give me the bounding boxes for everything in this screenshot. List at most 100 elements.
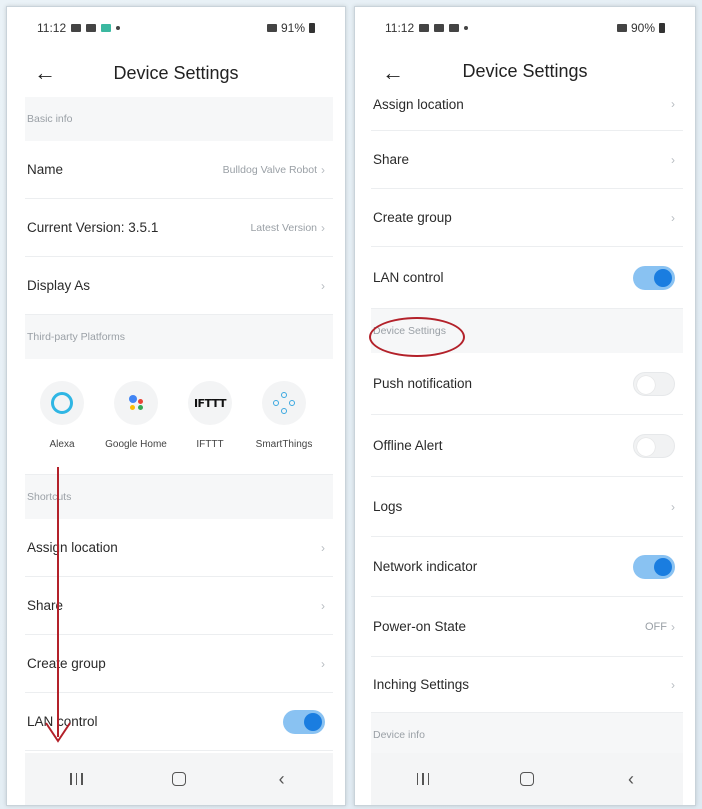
chevron-right-icon: › <box>321 656 325 671</box>
more-notifications-icon <box>464 26 469 30</box>
platform-label: SmartThings <box>255 439 313 450</box>
chevron-right-icon: › <box>321 540 325 555</box>
battery-level: 90% <box>630 21 655 35</box>
home-button[interactable] <box>159 764 199 794</box>
app-notification-icon <box>101 24 112 32</box>
row-label: Inching Settings <box>373 677 470 692</box>
row-assign-location[interactable]: Assign location › <box>371 93 683 131</box>
app-header: ← Device Settings <box>7 49 345 97</box>
platform-carousel[interactable]: Alexa Google Home IFTTT IFTTT SmartThing… <box>25 359 333 475</box>
back-chevron-icon: ‹ <box>628 768 634 789</box>
lan-control-toggle[interactable] <box>283 709 325 734</box>
row-label: Name <box>27 162 64 177</box>
home-icon <box>171 772 186 786</box>
version-status: Latest Version <box>250 221 317 234</box>
system-back-button[interactable]: ‹ <box>611 764 651 794</box>
section-device-info: Device info <box>371 713 683 757</box>
highlight-circle-annotation <box>369 317 465 357</box>
status-bar: 11:12 91% <box>7 7 345 49</box>
settings-list: Assign location › Share › Create group ›… <box>371 93 683 757</box>
back-arrow-icon[interactable]: ← <box>31 59 59 87</box>
row-display-as[interactable]: Display As › <box>25 257 333 315</box>
app-header: ← Device Settings <box>355 49 695 93</box>
power-on-state-value: OFF <box>645 620 667 633</box>
back-chevron-icon: ‹ <box>278 768 285 789</box>
fan-icon <box>449 24 460 32</box>
row-offline-alert: Offline Alert <box>371 415 683 477</box>
system-back-button[interactable]: ‹ <box>262 764 302 794</box>
ifttt-icon: IFTTT <box>193 396 227 410</box>
system-nav-bar: ‹ <box>371 753 683 805</box>
row-power-on-state[interactable]: Power-on State OFF › <box>371 597 683 657</box>
chevron-right-icon: › <box>671 210 675 225</box>
device-name-value: Bulldog Valve Robot <box>222 163 317 176</box>
row-create-group[interactable]: Create group › <box>371 189 683 247</box>
battery-level: 91% <box>280 21 305 35</box>
google-home-icon <box>126 393 146 413</box>
calendar-icon <box>419 24 430 32</box>
phone-screen-right: 11:12 90% ← Device Settings Assign locat… <box>354 6 696 806</box>
smartthings-icon <box>273 392 295 414</box>
row-label: Power-on State <box>373 619 467 634</box>
chevron-right-icon: › <box>671 619 675 634</box>
row-label: Current Version: 3.5.1 <box>27 220 159 235</box>
row-inching-settings[interactable]: Inching Settings › <box>371 657 683 713</box>
recent-apps-button[interactable] <box>403 764 443 794</box>
row-label: Display As <box>27 278 91 293</box>
home-button[interactable] <box>507 764 547 794</box>
phone-screen-left: 11:12 91% ← Device Settings Basic info N… <box>6 6 346 806</box>
battery-icon <box>659 23 665 33</box>
platform-label: Google Home <box>105 439 167 450</box>
push-notification-toggle[interactable] <box>633 371 675 396</box>
clock: 11:12 <box>37 21 67 35</box>
row-current-version[interactable]: Current Version: 3.5.1 Latest Version › <box>25 199 333 257</box>
platform-label: IFTTT <box>196 439 224 450</box>
platform-partial[interactable]: A <box>321 381 333 450</box>
row-push-notification: Push notification <box>371 353 683 415</box>
chevron-right-icon: › <box>321 598 325 613</box>
recents-icon <box>416 773 430 785</box>
chevron-right-icon: › <box>321 162 325 177</box>
home-icon <box>520 772 534 786</box>
alexa-icon <box>51 392 73 414</box>
battery-icon <box>309 23 315 33</box>
platform-label: Alexa <box>49 439 75 450</box>
row-label: LAN control <box>373 270 444 285</box>
row-label: Share <box>373 152 410 167</box>
more-notifications-icon <box>116 26 121 30</box>
network-indicator-toggle[interactable] <box>633 554 675 579</box>
status-bar: 11:12 90% <box>355 7 695 49</box>
row-lan-control: LAN control <box>371 247 683 309</box>
lan-control-toggle[interactable] <box>633 265 675 290</box>
chevron-right-icon: › <box>321 220 325 235</box>
video-icon <box>434 24 445 32</box>
row-share[interactable]: Share › <box>371 131 683 189</box>
platform-alexa[interactable]: Alexa <box>25 381 99 450</box>
video-icon <box>71 24 82 32</box>
wifi-icon <box>616 24 627 32</box>
fan-icon <box>86 24 97 32</box>
platform-smartthings[interactable]: SmartThings <box>247 381 321 450</box>
chevron-right-icon: › <box>671 677 675 692</box>
chevron-right-icon: › <box>671 152 675 167</box>
row-label: Offline Alert <box>373 438 443 453</box>
row-name[interactable]: Name Bulldog Valve Robot › <box>25 141 333 199</box>
row-label: Push notification <box>373 376 473 391</box>
chevron-right-icon: › <box>671 97 675 111</box>
row-logs[interactable]: Logs › <box>371 477 683 537</box>
chevron-right-icon: › <box>321 278 325 293</box>
row-label: Network indicator <box>373 559 478 574</box>
platform-google-home[interactable]: Google Home <box>99 381 173 450</box>
clock: 11:12 <box>385 21 415 35</box>
back-arrow-icon[interactable]: ← <box>379 59 407 87</box>
scroll-down-arrow-annotation <box>45 467 71 743</box>
chevron-right-icon: › <box>671 499 675 514</box>
section-third-party: Third-party Platforms <box>25 315 333 359</box>
row-network-indicator: Network indicator <box>371 537 683 597</box>
wifi-icon <box>266 24 277 32</box>
row-label: Logs <box>373 499 403 514</box>
platform-ifttt[interactable]: IFTTT IFTTT <box>173 381 247 450</box>
row-label: Create group <box>373 210 452 225</box>
offline-alert-toggle[interactable] <box>633 433 675 458</box>
recent-apps-button[interactable] <box>56 764 96 794</box>
